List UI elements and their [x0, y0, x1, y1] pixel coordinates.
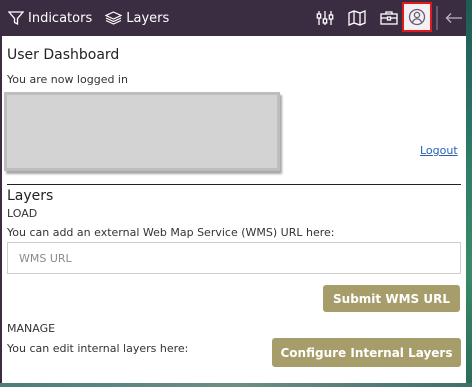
collapse-panel-button[interactable]	[442, 5, 466, 31]
submit-wms-button[interactable]: Submit WMS URL	[323, 285, 460, 312]
sliders-icon[interactable]	[312, 5, 338, 31]
dashboard-title: User Dashboard	[7, 47, 120, 63]
login-status-text: You are now logged in	[7, 73, 128, 86]
wms-url-input[interactable]	[7, 242, 461, 274]
tab-layers[interactable]: Layers	[105, 0, 169, 36]
layers-section-title: Layers	[7, 188, 54, 204]
user-panel: User Dashboard You are now logged in Log…	[0, 36, 466, 383]
filter-icon	[8, 10, 24, 26]
tab-indicators[interactable]: Indicators	[8, 0, 92, 36]
map-background-bottom	[0, 383, 472, 387]
map-background-edge	[466, 0, 472, 387]
user-icon[interactable]	[402, 2, 432, 32]
map-icon[interactable]	[344, 5, 370, 31]
user-profile-image	[4, 92, 280, 171]
manage-description: You can edit internal layers here:	[7, 342, 189, 355]
load-label: LOAD	[7, 207, 38, 220]
tab-indicators-label: Indicators	[28, 10, 93, 26]
layers-icon	[105, 10, 123, 26]
tab-layers-label: Layers	[126, 10, 170, 26]
load-description: You can add an external Web Map Service …	[7, 226, 335, 239]
section-divider	[7, 184, 461, 185]
arrow-left-icon	[445, 9, 463, 28]
logout-link[interactable]: Logout	[420, 144, 458, 157]
top-navigation-bar: Indicators Layers	[0, 0, 466, 36]
manage-label: MANAGE	[7, 322, 56, 335]
toolbar-divider	[436, 6, 438, 30]
toolbox-icon[interactable]	[376, 5, 402, 31]
configure-layers-button[interactable]: Configure Internal Layers	[272, 338, 461, 367]
